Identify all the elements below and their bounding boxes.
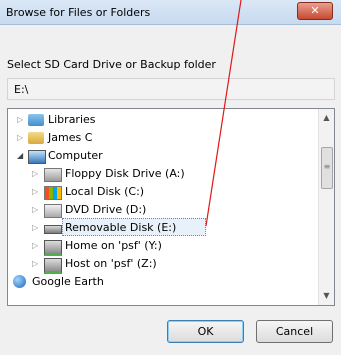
libraries-icon [28,114,44,126]
network-drive-icon [44,258,62,274]
tree-item-label: James C [48,131,93,144]
expand-arrow-icon[interactable]: ▷ [32,237,42,255]
path-field[interactable]: E:\ [7,78,335,100]
computer-icon [28,150,46,164]
ok-button[interactable]: OK [167,320,244,343]
window-title: Browse for Files or Folders [6,6,151,19]
path-value: E:\ [14,83,29,96]
floppy-drive-icon [44,168,62,182]
expand-arrow-icon[interactable]: ▷ [32,165,42,183]
expand-arrow-icon[interactable]: ▷ [32,255,42,273]
tree-item-label: Floppy Disk Drive (A:) [65,167,185,180]
tree-item-label: Computer [48,149,103,162]
removable-disk-icon [44,225,62,234]
expand-arrow-icon[interactable]: ▷ [17,111,27,129]
instruction-text: Select SD Card Drive or Backup folder [7,58,216,71]
vertical-scrollbar[interactable]: ▲ ≡ ▼ [318,109,334,305]
user-folder-icon [28,132,44,144]
local-disk-icon [44,186,62,200]
tree-item-label: Libraries [48,113,96,126]
tree-item-label: Home on 'psf' (Y:) [65,239,162,252]
collapse-arrow-icon[interactable]: ◢ [17,147,27,165]
tree-item-label: Host on 'psf' (Z:) [65,257,157,270]
dvd-drive-icon [44,204,62,218]
browse-dialog: Browse for Files or Folders ✕ Select SD … [0,0,341,355]
title-bar: Browse for Files or Folders ✕ [0,0,341,25]
tree-item-label: Local Disk (C:) [65,185,145,198]
folder-tree[interactable]: ▷ Libraries ▷ James C ◢ Computer ▷ Flopp… [7,108,335,306]
tree-item-label: Google Earth [32,275,104,288]
tree-item-label: Removable Disk (E:) [65,221,177,234]
scroll-thumb[interactable]: ≡ [321,147,333,189]
scroll-down-arrow-icon[interactable]: ▼ [319,288,334,304]
expand-arrow-icon[interactable]: ▷ [17,129,27,147]
tree-item-label: DVD Drive (D:) [65,203,147,216]
scroll-up-arrow-icon[interactable]: ▲ [319,110,334,126]
network-drive-icon [44,240,62,256]
google-earth-icon [13,275,26,288]
expand-arrow-icon[interactable]: ▷ [32,183,42,201]
expand-arrow-icon[interactable]: ▷ [32,201,42,219]
close-button[interactable]: ✕ [297,2,333,20]
expand-arrow-icon[interactable]: ▷ [32,219,42,237]
cancel-button[interactable]: Cancel [256,320,333,343]
